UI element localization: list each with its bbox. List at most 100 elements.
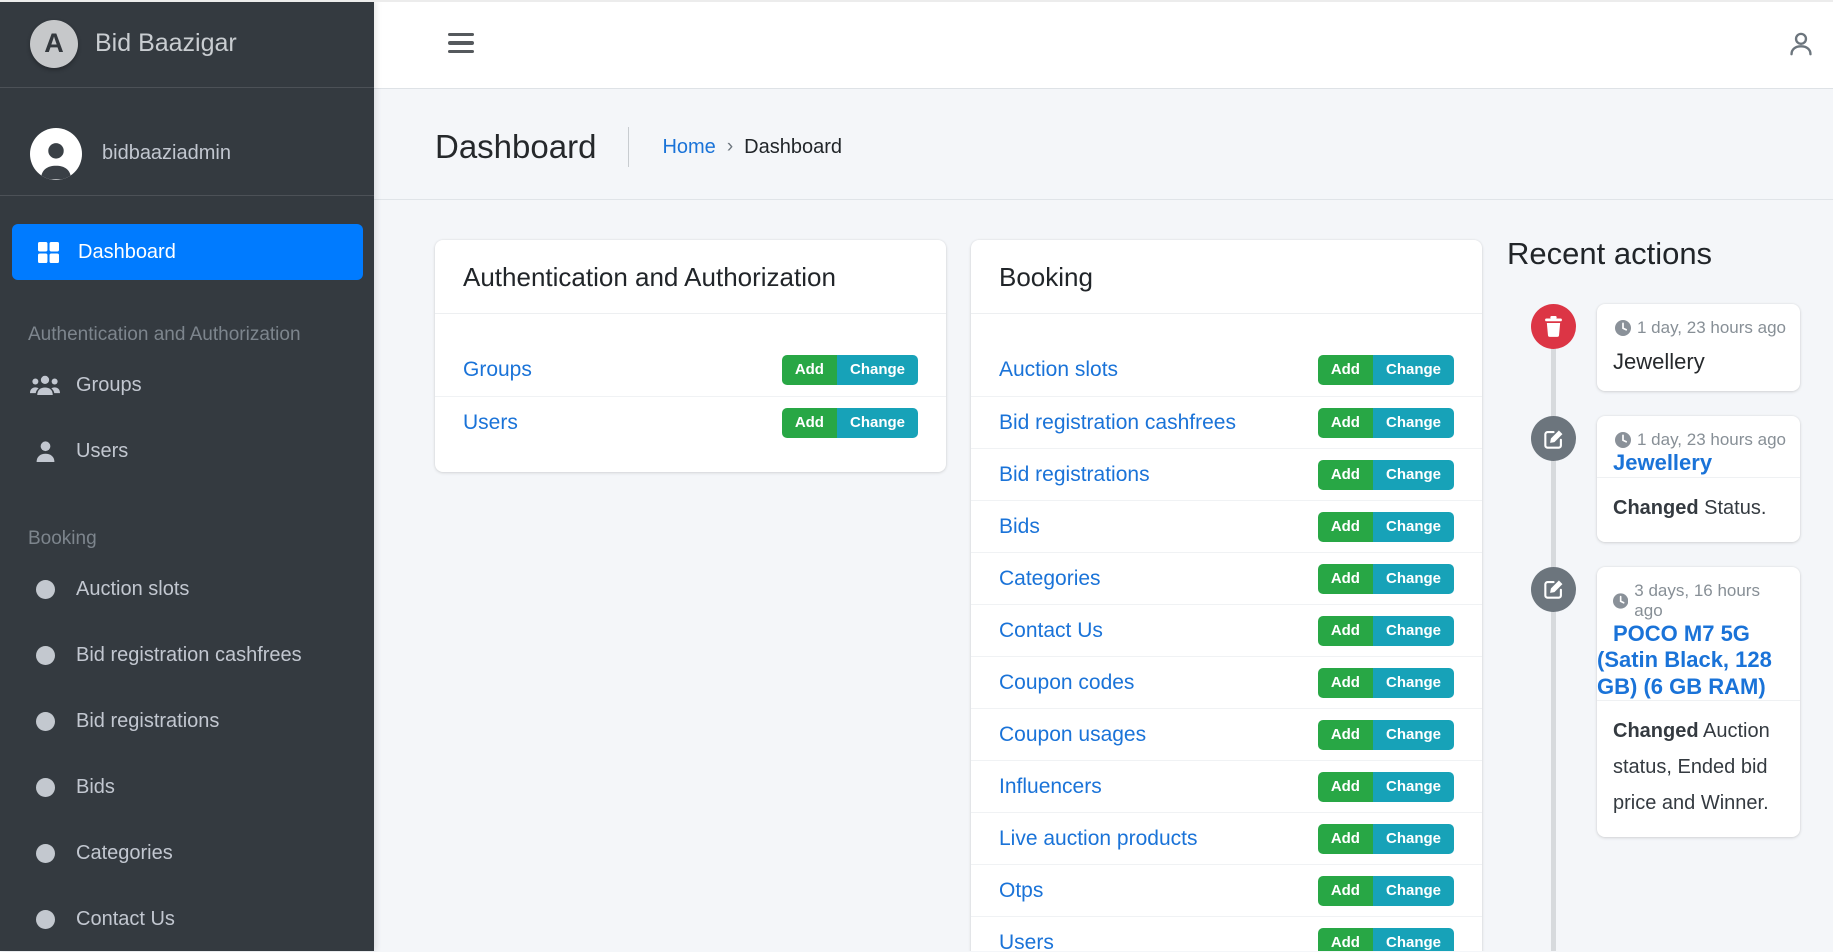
card-body: Auction slots Add Change Bid registratio… [971, 314, 1482, 951]
change-button[interactable]: Change [1373, 824, 1454, 854]
change-button[interactable]: Change [1373, 460, 1454, 490]
add-button[interactable]: Add [782, 408, 837, 438]
add-button[interactable]: Add [1318, 460, 1373, 490]
sidebar-item[interactable]: Categories [12, 820, 363, 886]
model-link[interactable]: Groups [463, 358, 532, 382]
recent-action-card: 3 days, 16 hours ago POCO M7 5G (Satin B… [1597, 567, 1800, 837]
sidebar-item[interactable]: Auction slots [12, 556, 363, 622]
sidebar-item-label: Users [76, 440, 128, 463]
change-button[interactable]: Change [1373, 876, 1454, 906]
add-button[interactable]: Add [1318, 824, 1373, 854]
header-divider [628, 127, 629, 167]
model-link[interactable]: Users [463, 411, 518, 435]
action-object-link[interactable]: Jewellery [1597, 439, 1728, 491]
sidebar-item-label: Bid registration cashfrees [76, 644, 302, 667]
user-icon [28, 441, 62, 462]
model-link[interactable]: Live auction products [999, 827, 1197, 851]
top-navbar [374, 0, 1833, 89]
breadcrumb-current: Dashboard [744, 136, 842, 159]
user-panel[interactable]: bidbaaziadmin [0, 88, 374, 196]
change-button[interactable]: Change [1373, 928, 1454, 952]
sidebar-item[interactable]: Bid registration cashfrees [12, 622, 363, 688]
sidebar-item[interactable]: Contact Us [12, 886, 363, 952]
model-actions: Add Change [782, 355, 918, 385]
change-button[interactable]: Change [1373, 616, 1454, 646]
change-button[interactable]: Change [1373, 668, 1454, 698]
add-button[interactable]: Add [1318, 564, 1373, 594]
model-link[interactable]: Influencers [999, 775, 1102, 799]
add-button[interactable]: Add [1318, 512, 1373, 542]
model-link[interactable]: Bid registration cashfrees [999, 411, 1236, 435]
model-link[interactable]: Otps [999, 879, 1043, 903]
add-button[interactable]: Add [782, 355, 837, 385]
sidebar-item-label: Groups [76, 374, 142, 397]
content-header: Dashboard Home › Dashboard [374, 89, 1833, 200]
add-button[interactable]: Add [1318, 616, 1373, 646]
brand[interactable]: A Bid Baazigar [0, 0, 374, 88]
hamburger-menu-icon[interactable] [448, 33, 474, 58]
action-object-link[interactable]: POCO M7 5G (Satin Black, 128 GB) (6 GB R… [1597, 610, 1782, 715]
model-actions: Add Change [1318, 616, 1454, 646]
add-button[interactable]: Add [1318, 668, 1373, 698]
grid-icon [38, 242, 59, 263]
add-button[interactable]: Add [1318, 876, 1373, 906]
change-button[interactable]: Change [1373, 512, 1454, 542]
model-row: Bid registrations Add Change [971, 448, 1482, 500]
model-link[interactable]: Coupon usages [999, 723, 1146, 747]
model-link[interactable]: Bids [999, 515, 1040, 539]
brand-logo: A [30, 20, 78, 68]
model-link[interactable]: Coupon codes [999, 671, 1134, 695]
card-body: Groups Add Change Users Add Change [435, 314, 946, 472]
user-menu-icon[interactable] [1787, 30, 1815, 63]
add-button[interactable]: Add [1318, 720, 1373, 750]
change-button[interactable]: Change [837, 355, 918, 385]
change-button[interactable]: Change [1373, 720, 1454, 750]
change-button[interactable]: Change [1373, 355, 1454, 385]
sidebar-item-dashboard[interactable]: Dashboard [12, 224, 363, 280]
sidebar-section-booking: Booking Auction slots Bid registration c… [12, 528, 363, 952]
sidebar-item-groups[interactable]: Groups [12, 352, 363, 418]
circle-icon [28, 580, 62, 599]
model-actions: Add Change [1318, 824, 1454, 854]
recent-actions-panel: Recent actions [1507, 240, 1800, 862]
sidebar-item[interactable]: Bids [12, 754, 363, 820]
model-link[interactable]: Users [999, 931, 1054, 952]
model-actions: Add Change [1318, 876, 1454, 906]
circle-icon [28, 844, 62, 863]
trash-icon [1531, 304, 1576, 349]
breadcrumb: Home › Dashboard [662, 136, 842, 159]
model-actions: Add Change [782, 408, 918, 438]
model-actions: Add Change [1318, 355, 1454, 385]
recent-action-entry: 3 days, 16 hours ago POCO M7 5G (Satin B… [1507, 567, 1800, 837]
page-title: Dashboard [435, 128, 596, 166]
model-actions: Add Change [1318, 408, 1454, 438]
change-button[interactable]: Change [1373, 772, 1454, 802]
change-button[interactable]: Change [1373, 408, 1454, 438]
add-button[interactable]: Add [1318, 772, 1373, 802]
add-button[interactable]: Add [1318, 355, 1373, 385]
model-actions: Add Change [1318, 928, 1454, 952]
sidebar-item-users[interactable]: Users [12, 418, 363, 484]
model-row: Users Add Change [435, 396, 946, 448]
model-actions: Add Change [1318, 460, 1454, 490]
username: bidbaaziadmin [102, 142, 231, 165]
model-row: Auction slots Add Change [971, 344, 1482, 396]
model-link[interactable]: Contact Us [999, 619, 1103, 643]
circle-icon [28, 778, 62, 797]
change-button[interactable]: Change [837, 408, 918, 438]
model-actions: Add Change [1318, 512, 1454, 542]
clock-icon [1615, 320, 1631, 336]
breadcrumb-home-link[interactable]: Home [662, 136, 715, 159]
model-link[interactable]: Bid registrations [999, 463, 1150, 487]
model-actions: Add Change [1318, 564, 1454, 594]
timestamp: 1 day, 23 hours ago [1597, 304, 1800, 338]
recent-action-card: 1 day, 23 hours ago Jewellery [1597, 304, 1800, 391]
model-link[interactable]: Auction slots [999, 358, 1118, 382]
model-link[interactable]: Categories [999, 567, 1101, 591]
sidebar-item[interactable]: Bid registrations [12, 688, 363, 754]
user-avatar-icon [30, 128, 82, 180]
add-button[interactable]: Add [1318, 408, 1373, 438]
add-button[interactable]: Add [1318, 928, 1373, 952]
change-button[interactable]: Change [1373, 564, 1454, 594]
action-description: Changed Auction status, Ended bid price … [1597, 700, 1800, 837]
